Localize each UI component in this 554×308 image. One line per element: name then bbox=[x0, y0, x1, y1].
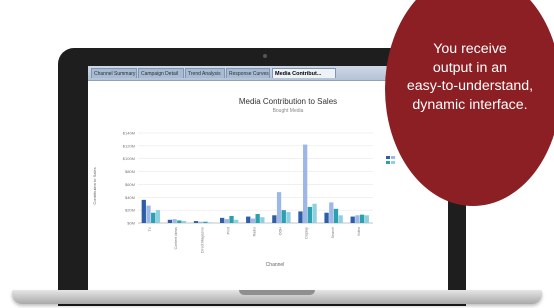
bar bbox=[155, 210, 161, 223]
bar bbox=[198, 221, 203, 223]
y-tick-label: $80M bbox=[125, 169, 135, 174]
bar bbox=[207, 222, 213, 223]
y-tick-label: $60M bbox=[125, 182, 135, 187]
x-tick-label: Print bbox=[226, 227, 230, 234]
bar bbox=[193, 221, 199, 223]
bar bbox=[141, 199, 146, 223]
bar bbox=[219, 217, 225, 223]
y-tick-label: $140M bbox=[123, 131, 135, 136]
bar bbox=[329, 202, 334, 223]
bar bbox=[250, 218, 256, 223]
bar bbox=[298, 211, 303, 223]
bar bbox=[281, 210, 286, 223]
callout-line: dynamic interface. bbox=[412, 96, 528, 113]
bar bbox=[286, 212, 291, 223]
y-tick-label: $120M bbox=[123, 143, 135, 148]
bar bbox=[359, 214, 365, 223]
x-tick-label: Direct Magazine bbox=[200, 227, 204, 253]
legend-swatch bbox=[391, 156, 395, 159]
chart-bars bbox=[141, 144, 369, 223]
x-tick-label: Display bbox=[305, 227, 309, 239]
bar bbox=[234, 219, 239, 223]
bar bbox=[350, 216, 355, 223]
y-tick-label: $20M bbox=[125, 208, 135, 213]
x-tick-label: OOH bbox=[279, 227, 283, 236]
bar bbox=[333, 208, 339, 223]
legend-swatch bbox=[391, 161, 395, 164]
bar bbox=[177, 220, 182, 223]
bar bbox=[246, 216, 251, 223]
bar bbox=[272, 215, 277, 223]
bar bbox=[203, 221, 208, 223]
bar bbox=[229, 215, 234, 223]
bar bbox=[181, 221, 187, 223]
bar bbox=[355, 215, 360, 223]
x-axis-label: Channel bbox=[266, 262, 285, 268]
x-tick-label: Video bbox=[357, 227, 361, 236]
x-tick-label: Radio bbox=[253, 227, 257, 236]
bar bbox=[255, 214, 260, 223]
bar bbox=[303, 144, 308, 223]
y-tick-label: $40M bbox=[125, 195, 135, 200]
x-tick-label: Search bbox=[331, 227, 335, 238]
bar bbox=[151, 212, 156, 223]
bar bbox=[224, 219, 229, 223]
bar bbox=[146, 205, 151, 223]
x-tick-label: TV bbox=[148, 226, 152, 231]
bar bbox=[338, 215, 343, 223]
y-axis-label: Contribution to Sales bbox=[92, 167, 97, 204]
callout-text: You receive output in an easy-to-underst… bbox=[378, 40, 554, 114]
bar bbox=[312, 203, 317, 223]
x-axis-ticks: TV Content Ideas Direct Magazine Print Radio… bbox=[148, 226, 361, 253]
bar bbox=[324, 212, 329, 223]
y-tick-label: $100M bbox=[123, 156, 135, 161]
chart-legend bbox=[386, 156, 395, 164]
bar bbox=[307, 206, 313, 223]
x-tick-label: Content Ideas bbox=[174, 227, 178, 250]
camera-icon bbox=[263, 54, 267, 58]
callout-line: easy-to-understand, bbox=[406, 78, 534, 94]
legend-swatch bbox=[386, 161, 390, 164]
bar bbox=[167, 219, 173, 223]
callout-line: You receive bbox=[433, 41, 507, 57]
y-axis-ticks: $0M $20M $40M $60M $80M $100M $120M $140M bbox=[123, 131, 135, 226]
y-tick-label: $0M bbox=[127, 221, 135, 226]
laptop-notch bbox=[239, 290, 315, 295]
bar bbox=[276, 192, 282, 223]
callout-line: output in an bbox=[432, 59, 508, 76]
bar bbox=[260, 217, 265, 223]
bar bbox=[172, 219, 177, 223]
bar bbox=[364, 215, 369, 223]
legend-swatch bbox=[386, 156, 390, 159]
